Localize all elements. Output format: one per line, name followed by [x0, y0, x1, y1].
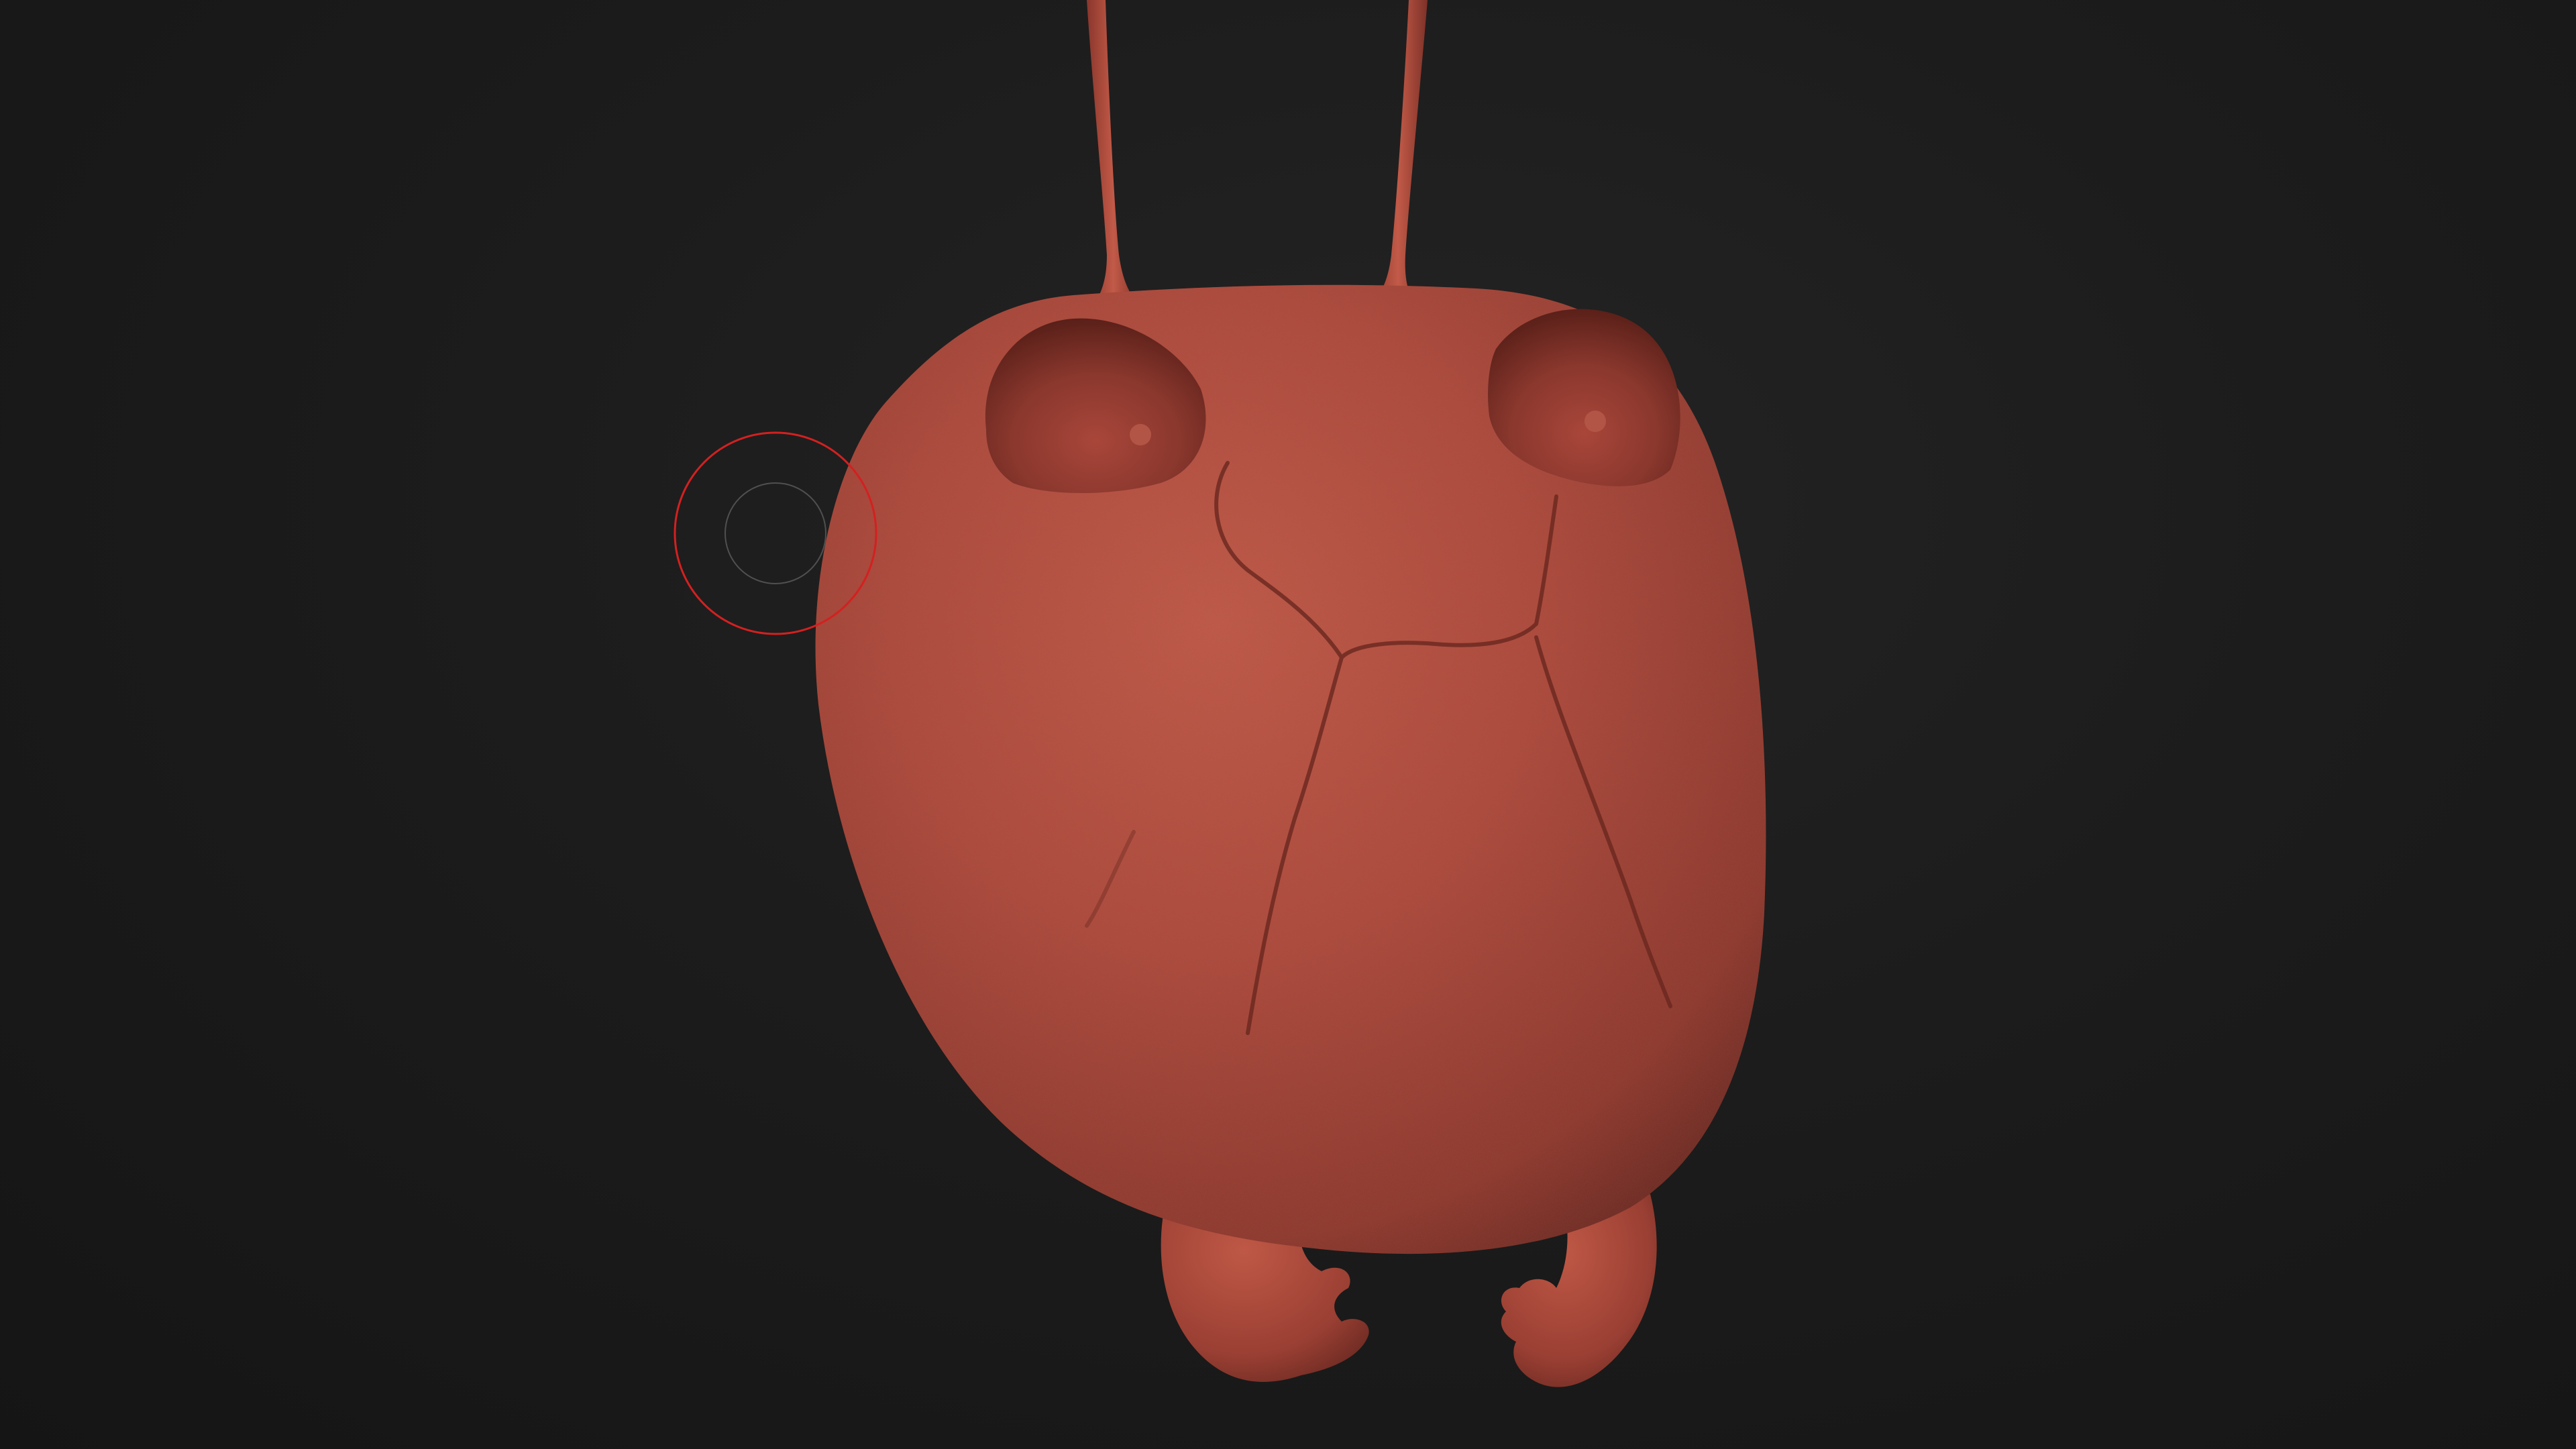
sculpt-viewport[interactable] [0, 0, 2576, 1449]
antenna-right [1368, 0, 1428, 305]
sculpt-canvas[interactable] [0, 0, 2576, 1449]
antenna-left [1087, 0, 1140, 305]
